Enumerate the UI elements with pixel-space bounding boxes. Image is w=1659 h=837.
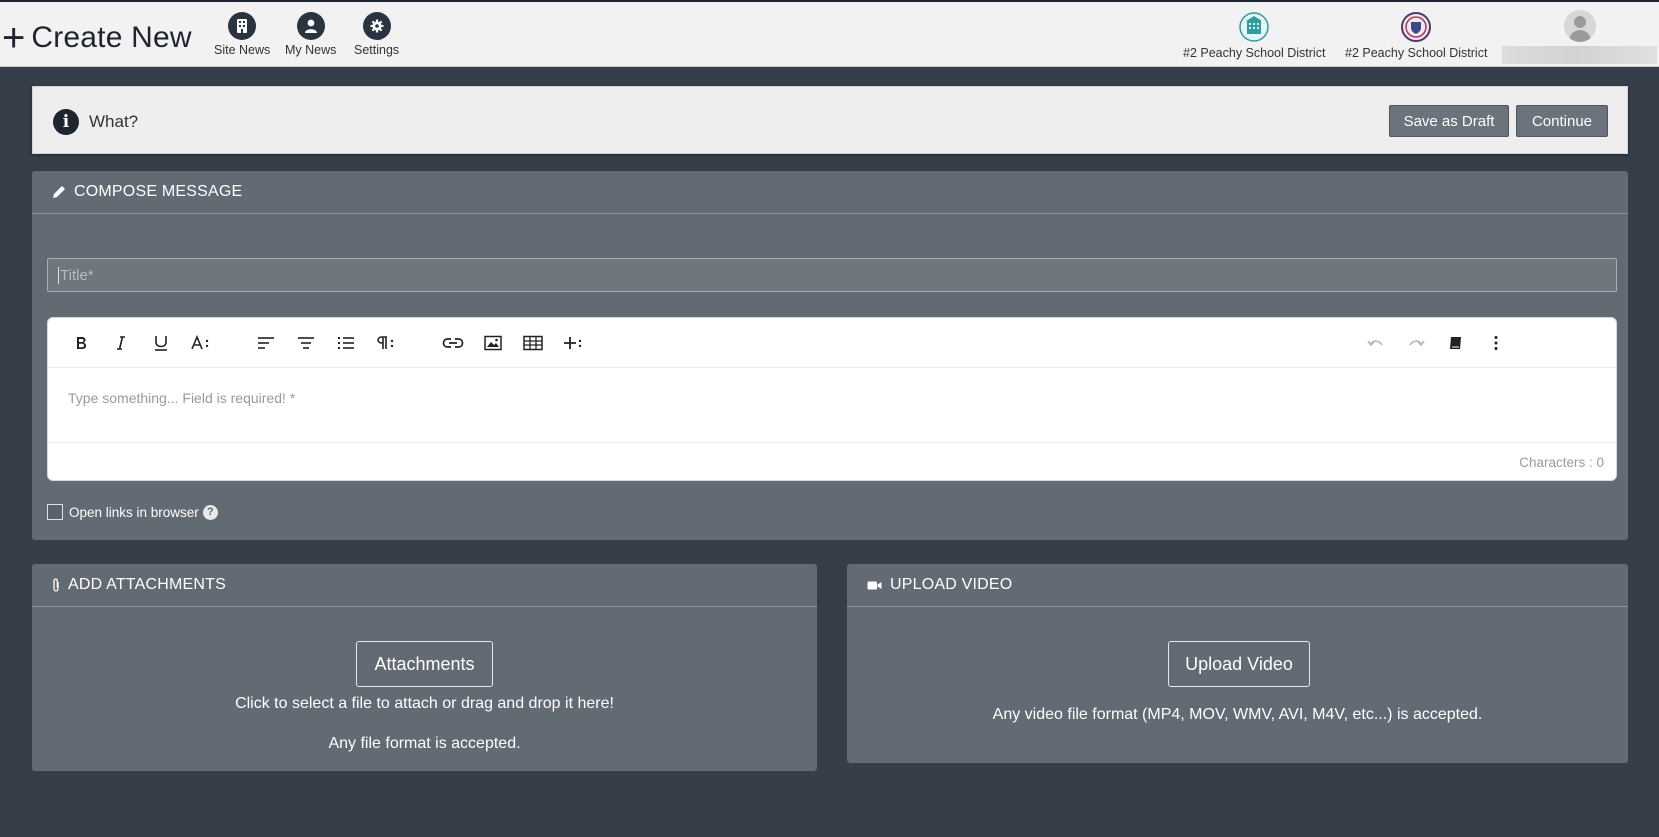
paragraph-more-icon[interactable] [371, 329, 401, 357]
open-links-label: Open links in browser [69, 504, 199, 520]
open-links-checkbox[interactable] [47, 504, 63, 520]
character-count: Characters : 0 [1519, 455, 1604, 470]
redo-icon[interactable] [1401, 329, 1431, 357]
underline-icon[interactable] [146, 329, 176, 357]
step-bar: i What? Save as Draft Continue [32, 86, 1628, 154]
nav-settings[interactable]: Settings [354, 12, 399, 57]
district-shield-logo [1401, 12, 1432, 42]
pencil-icon [52, 185, 66, 199]
district-name-1: #2 Peachy School District [1183, 46, 1326, 60]
insert-more-icon[interactable] [558, 329, 588, 357]
paragraph-format-icon[interactable] [291, 329, 321, 357]
upload-video-title: UPLOAD VIDEO [890, 576, 1013, 593]
paperclip-icon [52, 578, 60, 592]
district-switch-2[interactable]: #2 Peachy School District [1345, 12, 1487, 60]
nav-my-news-label: My News [285, 43, 337, 57]
add-attachments-header: ADD ATTACHMENTS [32, 564, 817, 607]
open-links-option: Open links in browser ? [47, 504, 218, 520]
compose-message-panel: COMPOSE MESSAGE Title* Type something...… [32, 171, 1628, 540]
gear-icon [362, 12, 391, 40]
step-title: What? [89, 112, 139, 131]
create-new-button[interactable]: + Create New [2, 16, 192, 60]
more-options-icon[interactable] [1481, 329, 1511, 357]
continue-button[interactable]: Continue [1516, 105, 1608, 137]
title-input[interactable]: Title* [47, 258, 1617, 292]
compose-message-title: COMPOSE MESSAGE [74, 183, 243, 200]
editor-footer: Characters : 0 [48, 442, 1616, 481]
video-camera-icon [867, 580, 882, 591]
title-placeholder: Title* [60, 266, 94, 284]
insert-image-icon[interactable] [478, 329, 508, 357]
align-left-icon[interactable] [251, 329, 281, 357]
nav-my-news[interactable]: My News [285, 12, 336, 57]
attachments-hint: Click to select a file to attach or drag… [235, 695, 614, 712]
district-name-2: #2 Peachy School District [1345, 46, 1488, 60]
italic-icon[interactable] [106, 329, 136, 357]
save-as-draft-button[interactable]: Save as Draft [1389, 105, 1509, 137]
text-caret [58, 266, 59, 284]
create-new-label: Create New [31, 21, 192, 54]
question-icon[interactable]: ? [202, 504, 218, 520]
nav-site-news[interactable]: Site News [214, 12, 270, 57]
user-name-redacted [1502, 46, 1657, 64]
person-icon [296, 12, 325, 40]
add-attachments-title: ADD ATTACHMENTS [68, 576, 226, 593]
ordered-list-icon[interactable] [331, 329, 361, 357]
rich-text-editor[interactable]: Type something... Field is required! * C… [47, 317, 1617, 481]
nav-site-news-label: Site News [214, 43, 271, 57]
info-icon: i [53, 109, 79, 135]
video-format-note: Any video file format (MP4, MOV, WMV, AV… [992, 706, 1483, 723]
bold-icon[interactable] [66, 329, 96, 357]
attachments-format-note: Any file format is accepted. [328, 735, 521, 752]
compose-message-header: COMPOSE MESSAGE [32, 171, 1628, 214]
top-navigation-bar: + Create New Site News My News Settings … [0, 0, 1659, 67]
avatar-icon [1563, 10, 1596, 42]
building-icon [228, 12, 257, 40]
attachments-button[interactable]: Attachments [356, 641, 493, 687]
editor-toolbar [48, 318, 1616, 368]
district-switch-1[interactable]: #2 Peachy School District [1183, 12, 1325, 60]
user-menu[interactable] [1502, 10, 1657, 64]
undo-icon[interactable] [1361, 329, 1391, 357]
text-format-more-icon[interactable] [186, 329, 216, 357]
upload-video-header: UPLOAD VIDEO [847, 564, 1628, 607]
upload-video-panel: UPLOAD VIDEO Upload Video Any video file… [847, 564, 1628, 763]
insert-table-icon[interactable] [518, 329, 548, 357]
editor-placeholder: Type something... Field is required! * [68, 390, 296, 406]
nav-settings-label: Settings [354, 43, 400, 57]
help-book-icon[interactable] [1441, 329, 1471, 357]
plus-icon: + [2, 16, 26, 60]
add-attachments-panel: ADD ATTACHMENTS Attachments Click to sel… [32, 564, 817, 771]
district-building-logo [1239, 12, 1269, 42]
insert-link-icon[interactable] [438, 329, 468, 357]
upload-video-button[interactable]: Upload Video [1168, 641, 1310, 687]
